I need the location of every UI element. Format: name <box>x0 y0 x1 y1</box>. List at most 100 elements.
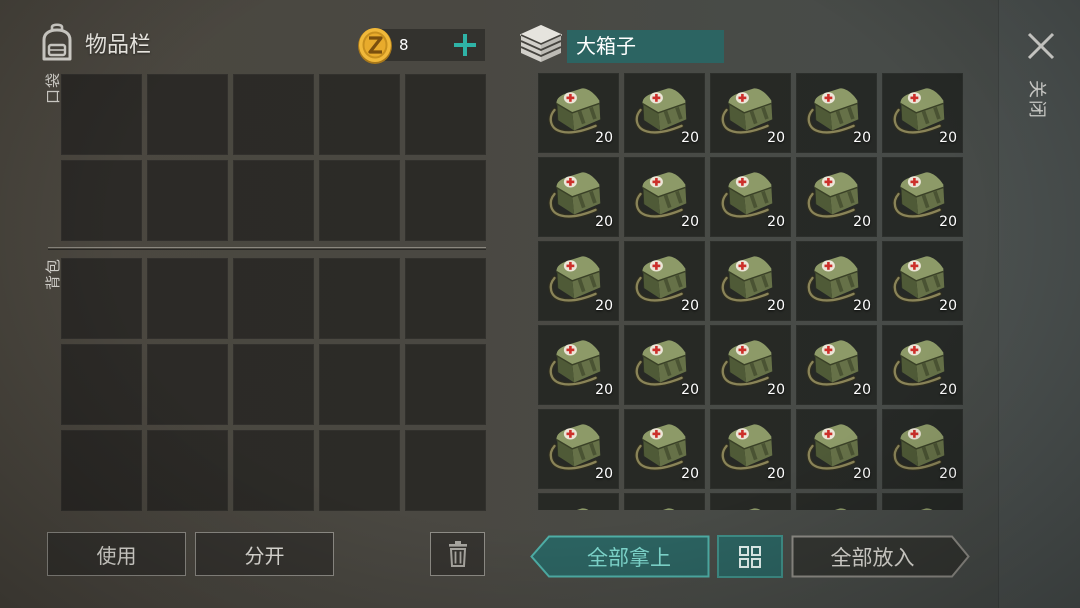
container-slot[interactable]: 20 <box>796 325 877 405</box>
pocket-slot[interactable] <box>319 74 400 155</box>
container-slot[interactable]: 20 <box>538 325 619 405</box>
pocket-slot[interactable] <box>61 160 142 241</box>
split-button[interactable]: 分开 <box>195 532 334 576</box>
backpack-slot[interactable] <box>405 258 486 339</box>
item-count: 20 <box>939 382 957 398</box>
close-label[interactable]: 关闭 <box>1026 80 1051 120</box>
backpack-slot[interactable] <box>405 344 486 425</box>
item-count: 20 <box>939 130 957 146</box>
container-slot[interactable]: 20 <box>624 241 705 321</box>
backpack-slot[interactable] <box>147 258 228 339</box>
backpack-slot[interactable] <box>61 258 142 339</box>
item-count: 20 <box>595 382 613 398</box>
backpack-slot[interactable] <box>319 344 400 425</box>
backpack-slot[interactable] <box>61 430 142 511</box>
container-slot[interactable]: 20 <box>796 241 877 321</box>
container-scroll-area[interactable]: 20 20 20 20 20 20 20 20 20 20 20 20 20 20 20 20 20 20 20 20… <box>538 73 963 510</box>
container-slot[interactable]: 20 <box>538 157 619 237</box>
first-aid-bag-icon <box>718 502 778 510</box>
container-slot[interactable]: 20 <box>538 409 619 489</box>
grid-icon <box>739 545 761 568</box>
backpack-slot[interactable] <box>147 344 228 425</box>
container-slot[interactable] <box>710 493 791 510</box>
container-slot[interactable]: 20 <box>882 73 963 153</box>
backpack-slot[interactable] <box>319 258 400 339</box>
take-all-label: 全部拿上 <box>587 545 671 570</box>
item-count: 20 <box>853 214 871 230</box>
backpack-label: 背包 <box>44 258 62 291</box>
backpack-icon <box>42 23 72 61</box>
section-divider <box>48 247 486 250</box>
put-all-button[interactable]: 全部放入 <box>791 535 970 578</box>
container-slot[interactable]: 20 <box>538 73 619 153</box>
container-slot[interactable]: 20 <box>796 73 877 153</box>
container-slot[interactable]: 20 <box>624 325 705 405</box>
item-count: 20 <box>595 214 613 230</box>
container-slot[interactable]: 20 <box>796 157 877 237</box>
container-slot[interactable]: 20 <box>882 325 963 405</box>
first-aid-bag-icon <box>890 502 950 510</box>
container-slot[interactable]: 20 <box>710 409 791 489</box>
container-slot[interactable]: 20 <box>882 157 963 237</box>
pocket-slot[interactable] <box>233 74 314 155</box>
backpack-grid <box>61 258 486 511</box>
trash-button[interactable] <box>430 532 485 576</box>
first-aid-bag-icon <box>546 502 606 510</box>
container-slot[interactable]: 20 <box>710 157 791 237</box>
plus-icon[interactable] <box>452 32 478 58</box>
backpack-slot[interactable] <box>61 344 142 425</box>
container-slot[interactable]: 20 <box>710 241 791 321</box>
container-slot[interactable] <box>624 493 705 510</box>
coin-icon <box>358 28 392 64</box>
container-slot[interactable]: 20 <box>882 409 963 489</box>
container-slot[interactable] <box>882 493 963 510</box>
item-count: 20 <box>595 466 613 482</box>
backpack-slot[interactable] <box>233 258 314 339</box>
inventory-title: 物品栏 <box>85 33 152 58</box>
container-slot[interactable]: 20 <box>882 241 963 321</box>
sort-button[interactable] <box>717 535 783 578</box>
container-slot[interactable]: 20 <box>710 325 791 405</box>
crate-icon <box>520 25 562 62</box>
container-slot[interactable] <box>796 493 877 510</box>
item-count: 20 <box>681 382 699 398</box>
first-aid-bag-icon <box>632 502 692 510</box>
backpack-slot[interactable] <box>233 344 314 425</box>
item-count: 20 <box>767 214 785 230</box>
pocket-slot[interactable] <box>405 160 486 241</box>
container-slot[interactable]: 20 <box>624 409 705 489</box>
backpack-slot[interactable] <box>319 430 400 511</box>
pocket-slot[interactable] <box>61 74 142 155</box>
backpack-slot[interactable] <box>147 430 228 511</box>
item-count: 20 <box>595 298 613 314</box>
pocket-slot[interactable] <box>147 74 228 155</box>
container-slot[interactable] <box>538 493 619 510</box>
container-name-field[interactable]: 大箱子 <box>567 30 724 63</box>
inventory-screen: 物品栏 8 口袋 背包 使用 分开 大箱子 20 20 20 20 20 20 … <box>0 0 1080 608</box>
pocket-slot[interactable] <box>405 74 486 155</box>
item-count: 20 <box>681 298 699 314</box>
take-all-button[interactable]: 全部拿上 <box>530 535 710 578</box>
pocket-slot[interactable] <box>147 160 228 241</box>
close-icon[interactable] <box>1026 31 1056 61</box>
item-count: 20 <box>595 130 613 146</box>
container-slot[interactable]: 20 <box>710 73 791 153</box>
use-button[interactable]: 使用 <box>47 532 186 576</box>
container-slot[interactable]: 20 <box>796 409 877 489</box>
item-count: 20 <box>767 130 785 146</box>
backpack-slot[interactable] <box>233 430 314 511</box>
pocket-slot[interactable] <box>233 160 314 241</box>
item-count: 20 <box>853 130 871 146</box>
coin-amount: 8 <box>399 36 409 54</box>
item-count: 20 <box>681 130 699 146</box>
backpack-slot[interactable] <box>405 430 486 511</box>
item-count: 20 <box>681 466 699 482</box>
container-slot[interactable]: 20 <box>624 73 705 153</box>
item-count: 20 <box>767 298 785 314</box>
pocket-slot[interactable] <box>319 160 400 241</box>
container-grid: 20 20 20 20 20 20 20 20 20 20 20 20 20 20 20 20 20 20 20 20… <box>538 73 963 510</box>
item-count: 20 <box>853 466 871 482</box>
container-slot[interactable]: 20 <box>624 157 705 237</box>
put-all-label: 全部放入 <box>830 545 915 570</box>
container-slot[interactable]: 20 <box>538 241 619 321</box>
